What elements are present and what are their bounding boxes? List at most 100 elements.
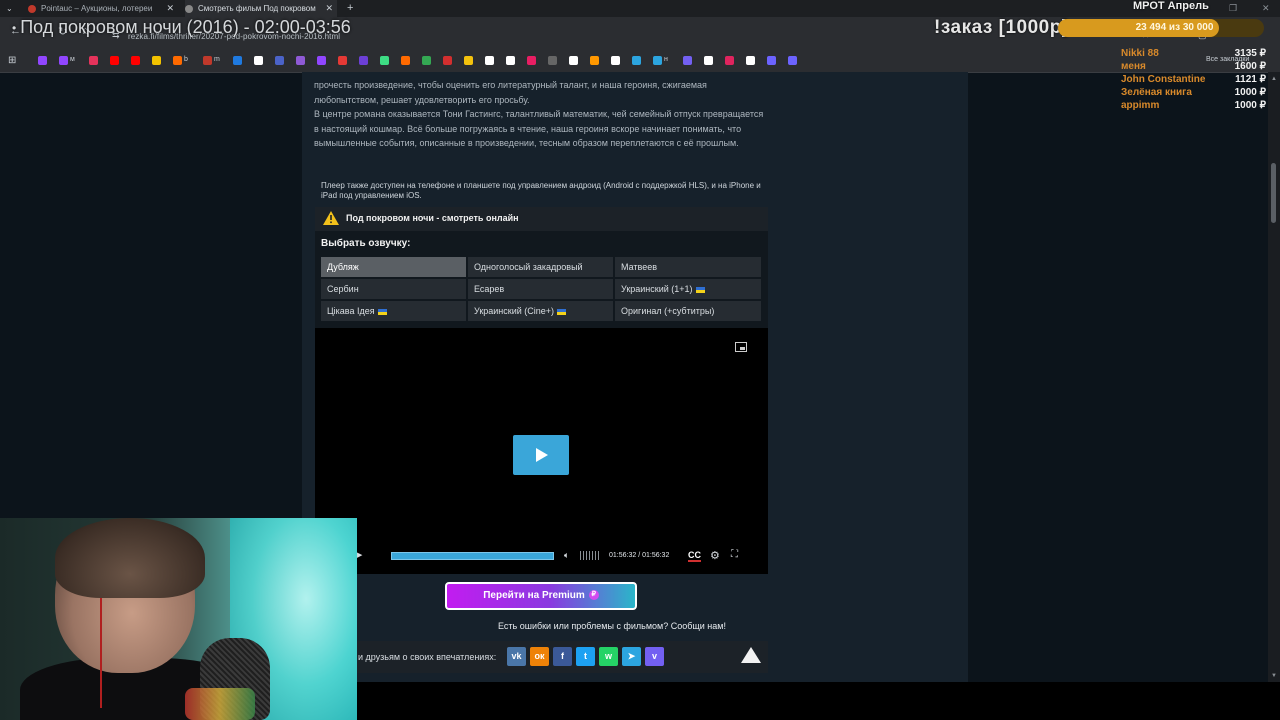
description-paragraph: прочесть произведение, чтобы оценить его…	[314, 80, 707, 105]
bookmark-2-icon[interactable]	[59, 56, 68, 65]
goal-title: МРОТ Апрель	[1133, 0, 1209, 12]
report-problem-link[interactable]: Есть ошибки или проблемы с фильмом? Сооб…	[498, 621, 726, 631]
voice-option-label: Оригинал (+субтитры)	[621, 306, 715, 316]
bookmark-8-icon[interactable]	[203, 56, 212, 65]
settings-gear-icon[interactable]: ⚙	[710, 549, 720, 562]
pointauc-favicon-icon	[28, 4, 36, 13]
new-tab-icon[interactable]: +	[347, 0, 353, 17]
bookmark-6-icon[interactable]	[152, 56, 161, 65]
share-facebook-icon[interactable]: f	[553, 647, 572, 666]
voice-option[interactable]: Оригинал (+субтитры)	[615, 301, 761, 321]
share-vk-icon[interactable]: vk	[507, 647, 526, 666]
bookmark-35-icon[interactable]	[788, 56, 797, 65]
close-window-icon[interactable]: ✕	[1262, 0, 1270, 17]
bookmark-14-icon[interactable]	[338, 56, 347, 65]
shirt-print	[185, 688, 255, 720]
video-progress-bar[interactable]	[391, 552, 554, 560]
voice-option-label: Цікава Ідея	[327, 306, 375, 316]
bookmark-10-icon[interactable]	[254, 56, 263, 65]
bookmark-27-icon[interactable]	[611, 56, 620, 65]
donor-amount: 1121 ₽	[1235, 74, 1266, 85]
bookmark-31-icon[interactable]	[704, 56, 713, 65]
share-twitter-icon[interactable]: t	[576, 647, 595, 666]
webcam-overlay	[0, 518, 357, 720]
bookmark-5-icon[interactable]	[131, 56, 140, 65]
bookmark-9-icon[interactable]	[233, 56, 242, 65]
bookmark-32-icon[interactable]	[725, 56, 734, 65]
bookmark-18-icon[interactable]	[422, 56, 431, 65]
volume-icon[interactable]: 🔈︎	[564, 550, 569, 561]
voice-option[interactable]: Одноголосый закадровый	[468, 257, 613, 277]
bookmark-3-icon[interactable]	[89, 56, 98, 65]
bookmark-21-icon[interactable]	[485, 56, 494, 65]
bookmark-30-icon[interactable]	[683, 56, 692, 65]
share-whatsapp-icon[interactable]: w	[599, 647, 618, 666]
voice-option-label: Сербин	[327, 284, 359, 294]
voice-option[interactable]: Сербин	[321, 279, 466, 299]
bookmark-15-icon[interactable]	[359, 56, 368, 65]
play-small-icon[interactable]: ▶	[357, 551, 362, 559]
bookmark-34-icon[interactable]	[767, 56, 776, 65]
bookmark-26-icon[interactable]	[590, 56, 599, 65]
volume-slider[interactable]	[580, 551, 600, 560]
tab-search-chevron-icon[interactable]: ⌄	[6, 0, 13, 17]
scroll-up-arrow-icon[interactable]: ▲	[1271, 76, 1277, 82]
video-time: 01:56:32 / 01:56:32	[609, 552, 670, 559]
bookmark-label: m	[214, 56, 220, 63]
donor-amount: 1600 ₽	[1234, 61, 1266, 72]
voice-option-label: Украинский (Cine+)	[474, 306, 555, 316]
premium-button[interactable]: Перейти на Premium ₽	[445, 582, 637, 610]
picture-in-picture-icon[interactable]	[735, 342, 747, 352]
bookmark-29-icon[interactable]	[653, 56, 662, 65]
share-viber-icon[interactable]: v	[645, 647, 664, 666]
tab-pointauc[interactable]: Pointauc – Аукционы, лотереи ✕	[28, 0, 178, 17]
donor-name: John Constantine	[1121, 74, 1206, 85]
bookmark-24-icon[interactable]	[548, 56, 557, 65]
bookmark-7-icon[interactable]	[173, 56, 182, 65]
share-ok-icon[interactable]: ок	[530, 647, 549, 666]
fullscreen-icon[interactable]: ⛶	[731, 549, 738, 560]
voice-option[interactable]: Цікава Ідея	[321, 301, 466, 321]
bookmark-25-icon[interactable]	[569, 56, 578, 65]
close-tab-icon[interactable]: ✕	[325, 0, 333, 17]
voice-option-label: Одноголосый закадровый	[474, 262, 583, 272]
ukraine-flag-icon	[557, 308, 567, 315]
bookmark-11-icon[interactable]	[275, 56, 284, 65]
play-button[interactable]	[513, 435, 569, 475]
bookmark-33-icon[interactable]	[746, 56, 755, 65]
restore-window-icon[interactable]: ❐	[1229, 0, 1237, 17]
subtitles-button[interactable]: CC	[688, 550, 701, 562]
scroll-up-button[interactable]	[738, 643, 764, 669]
close-tab-icon[interactable]: ✕	[166, 0, 174, 17]
earphone-cable	[100, 598, 102, 708]
voice-select-label: Выбрать озвучку:	[321, 238, 411, 249]
order-overlay: !заказ [1000р]	[934, 17, 1069, 38]
bookmark-label: м	[70, 56, 75, 63]
goal-progress-text: 23 494 из 30 000	[1135, 22, 1214, 33]
bookmark-20-icon[interactable]	[464, 56, 473, 65]
apps-grid-icon[interactable]: ⊞	[8, 55, 16, 66]
voice-option[interactable]: Украинский (1+1)	[615, 279, 761, 299]
scroll-down-arrow-icon[interactable]: ▼	[1271, 673, 1277, 679]
tab-bar: ⌄ Pointauc – Аукционы, лотереи ✕ Смотрет…	[0, 0, 1280, 17]
voice-option[interactable]: Матвеев	[615, 257, 761, 277]
bookmark-19-icon[interactable]	[443, 56, 452, 65]
scrollbar-thumb[interactable]	[1271, 163, 1276, 223]
bookmark-13-icon[interactable]	[317, 56, 326, 65]
bookmark-12-icon[interactable]	[296, 56, 305, 65]
voice-option[interactable]: Украинский (Cine+)	[468, 301, 613, 321]
bookmark-4-icon[interactable]	[110, 56, 119, 65]
bookmark-28-icon[interactable]	[632, 56, 641, 65]
bookmark-23-icon[interactable]	[527, 56, 536, 65]
voice-option[interactable]: Дубляж	[321, 257, 466, 277]
share-telegram-icon[interactable]: ➤	[622, 647, 641, 666]
voice-option[interactable]: Есарев	[468, 279, 613, 299]
bookmark-22-icon[interactable]	[506, 56, 515, 65]
bookmark-16-icon[interactable]	[380, 56, 389, 65]
film-description: прочесть произведение, чтобы оценить его…	[314, 78, 766, 151]
tab-rezka[interactable]: Смотреть фильм Под покровом ✕	[185, 0, 337, 17]
bookmark-label: н	[664, 56, 668, 63]
bookmark-1-icon[interactable]	[38, 56, 47, 65]
bookmark-17-icon[interactable]	[401, 56, 410, 65]
donor-name: Nikki 88	[1121, 48, 1159, 59]
